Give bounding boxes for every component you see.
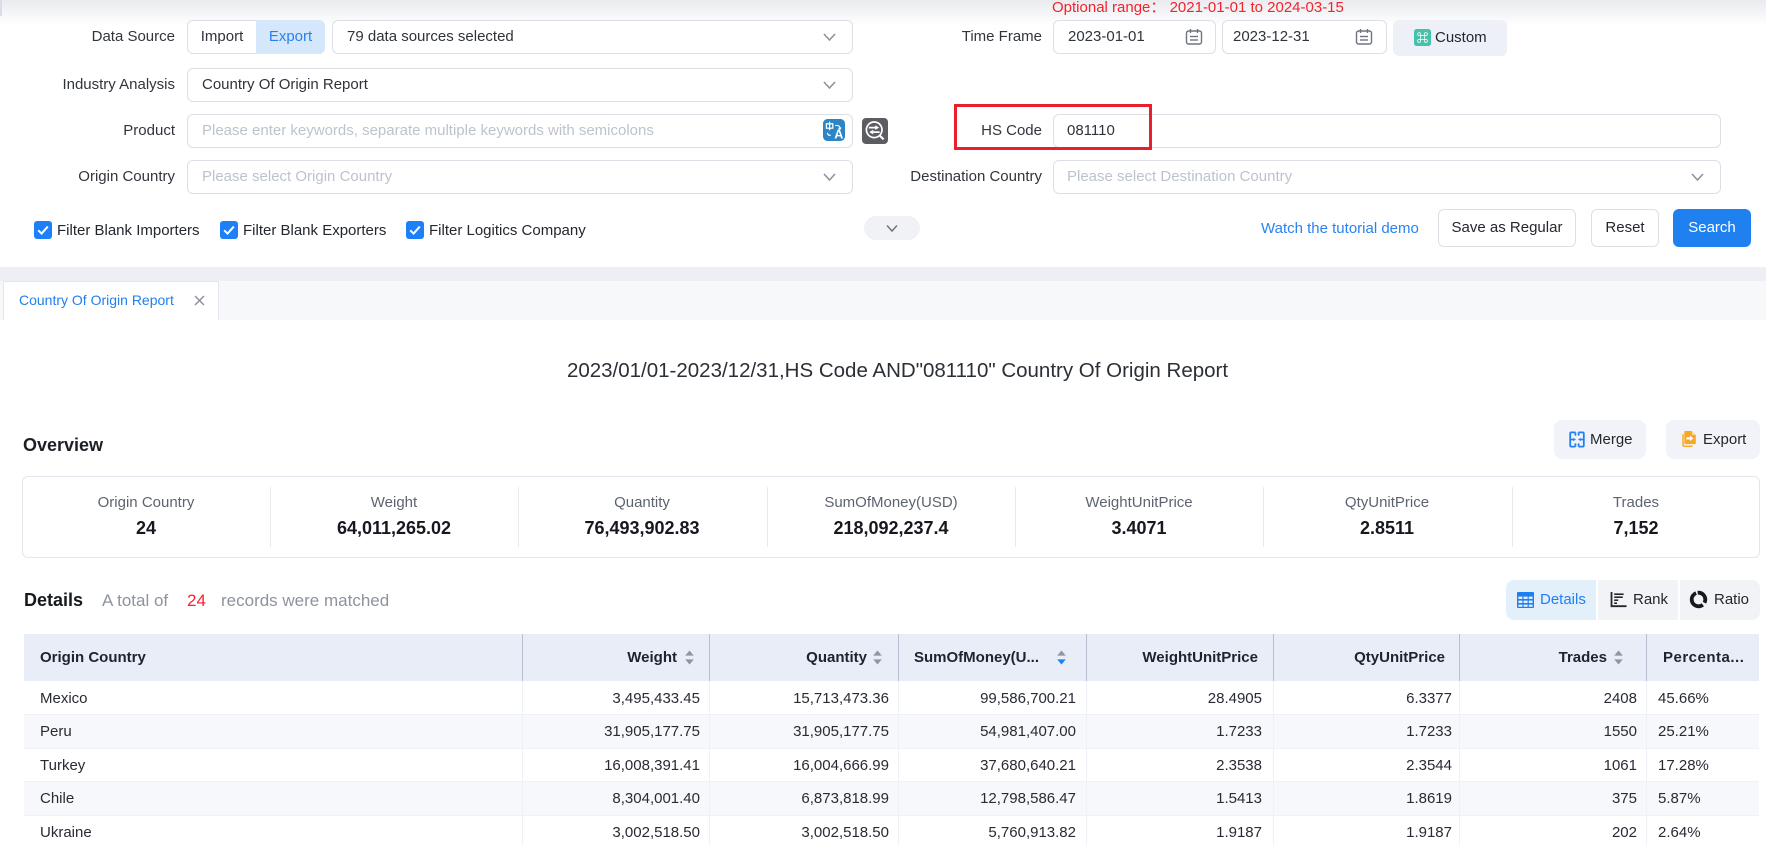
svg-text:A: A <box>834 128 843 141</box>
